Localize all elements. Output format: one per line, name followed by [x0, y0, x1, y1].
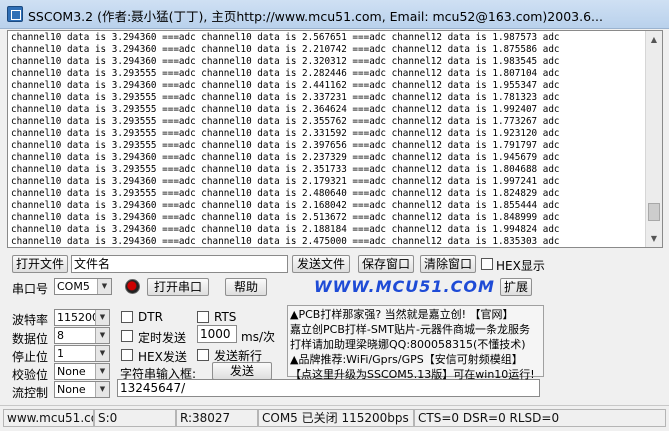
open-port-button[interactable]: 打开串口	[147, 278, 209, 296]
log-line: channel10 data is 3.294360 ===adc channe…	[11, 212, 560, 223]
file-name-input[interactable]: 文件名	[71, 255, 288, 273]
rts-checkbox[interactable]	[197, 311, 209, 323]
baud-select[interactable]: 115200 ▼	[54, 309, 110, 326]
log-line: channel10 data is 3.294360 ===adc channe…	[11, 80, 560, 91]
log-line: channel10 data is 3.294360 ===adc channe…	[11, 32, 560, 43]
receive-area[interactable]: channel10 data is 3.294360 ===adc channe…	[7, 30, 663, 248]
log-line: channel10 data is 3.293555 ===adc channe…	[11, 92, 560, 103]
stopbits-select[interactable]: 1 ▼	[54, 345, 110, 362]
interval-input[interactable]: 1000	[197, 325, 237, 343]
hex-send-checkbox[interactable]	[121, 349, 133, 361]
log-line: channel10 data is 3.293555 ===adc channe…	[11, 188, 560, 199]
hex-display-checkbox[interactable]	[481, 258, 493, 270]
window-title: SSCOM3.2 (作者:聂小猛(丁丁), 主页http://www.mcu51…	[28, 9, 603, 24]
port-status-led-icon	[125, 279, 140, 294]
parity-value: None	[57, 365, 86, 378]
flow-value: None	[57, 383, 86, 396]
scroll-up-icon[interactable]: ▲	[646, 31, 662, 48]
log-line: channel10 data is 3.293555 ===adc channe…	[11, 128, 560, 139]
log-line: channel10 data is 3.293555 ===adc channe…	[11, 116, 560, 127]
chevron-down-icon: ▼	[95, 364, 109, 379]
log-line: channel10 data is 3.294360 ===adc channe…	[11, 200, 560, 211]
databits-select[interactable]: 8 ▼	[54, 327, 110, 344]
databits-value: 8	[57, 329, 64, 342]
ad-line-3[interactable]: 打样请加助理梁晓娜QQ:800058315(不懂技术)	[290, 337, 541, 352]
vertical-scrollbar[interactable]: ▲ ▼	[645, 31, 662, 247]
port-value: COM5	[57, 280, 90, 293]
rts-label: RTS	[214, 310, 237, 324]
port-label: 串口号	[12, 282, 49, 296]
timed-send-label: 定时发送	[138, 331, 187, 345]
help-button[interactable]: 帮助	[225, 278, 267, 296]
status-received-count: R:38027	[176, 409, 258, 427]
log-line: channel10 data is 3.294360 ===adc channe…	[11, 56, 560, 67]
send-button[interactable]: 发送	[212, 362, 272, 380]
save-window-button[interactable]: 保存窗口	[358, 255, 414, 273]
ad-line-5[interactable]: 【点这里升级为SSCOM5.13版】可在win10运行!	[290, 367, 541, 382]
ad-line-2[interactable]: 嘉立创PCB打样-SMT贴片-元器件商城一条龙服务	[290, 322, 541, 337]
status-modem-lines: CTS=0 DSR=0 RLSD=0	[414, 409, 666, 427]
status-bar: www.mcu51.cor S:0 R:38027 COM5 已关闭 11520…	[0, 405, 669, 431]
hex-send-label: HEX发送	[138, 350, 187, 364]
log-line: channel10 data is 3.294360 ===adc channe…	[11, 44, 560, 55]
flow-label: 流控制	[12, 386, 49, 400]
scroll-thumb[interactable]	[648, 203, 660, 221]
chevron-down-icon: ▼	[95, 328, 109, 343]
send-file-button[interactable]: 发送文件	[292, 255, 350, 273]
chevron-down-icon: ▼	[95, 310, 109, 325]
hex-display-label: HEX显示	[496, 259, 545, 273]
dtr-label: DTR	[138, 310, 163, 324]
status-sent-count: S:0	[94, 409, 176, 427]
log-line: channel10 data is 3.293555 ===adc channe…	[11, 104, 560, 115]
status-port-state: COM5 已关闭 115200bps	[258, 409, 414, 427]
title-bar: SSCOM3.2 (作者:聂小猛(丁丁), 主页http://www.mcu51…	[0, 0, 669, 29]
log-line: channel10 data is 3.293555 ===adc channe…	[11, 68, 560, 79]
flow-select[interactable]: None ▼	[54, 381, 110, 398]
clear-window-button[interactable]: 清除窗口	[420, 255, 476, 273]
send-newline-checkbox[interactable]	[197, 349, 209, 361]
log-line: channel10 data is 3.294360 ===adc channe…	[11, 236, 560, 247]
chevron-down-icon: ▼	[95, 382, 109, 397]
scroll-down-icon[interactable]: ▼	[646, 230, 662, 247]
log-line: channel10 data is 3.293555 ===adc channe…	[11, 140, 560, 151]
log-line: channel10 data is 3.294360 ===adc channe…	[11, 224, 560, 235]
parity-label: 校验位	[12, 368, 49, 382]
open-file-button[interactable]: 打开文件	[12, 255, 68, 273]
chevron-down-icon: ▼	[97, 279, 111, 294]
ad-line-1[interactable]: ▲PCB打样那家强? 当然就是嘉立创! 【官网】	[290, 307, 541, 322]
log-line: channel10 data is 3.294360 ===adc channe…	[11, 152, 560, 163]
ad-line-4[interactable]: ▲品牌推荐:WiFi/Gprs/GPS【安信可射频模组】	[290, 352, 541, 367]
app-icon	[7, 6, 23, 22]
port-select[interactable]: COM5 ▼	[54, 278, 112, 295]
status-site: www.mcu51.cor	[3, 409, 94, 427]
parity-select[interactable]: None ▼	[54, 363, 110, 380]
site-logo: WWW.MCU51.COM	[314, 277, 495, 296]
dtr-checkbox[interactable]	[121, 311, 133, 323]
chevron-down-icon: ▼	[95, 346, 109, 361]
timed-send-checkbox[interactable]	[121, 330, 133, 342]
baud-label: 波特率	[12, 313, 49, 327]
stopbits-label: 停止位	[12, 350, 49, 364]
log-line: channel10 data is 3.294360 ===adc channe…	[11, 176, 560, 187]
interval-unit: ms/次	[241, 330, 275, 344]
databits-label: 数据位	[12, 332, 49, 346]
ad-panel[interactable]: ▲PCB打样那家强? 当然就是嘉立创! 【官网】 嘉立创PCB打样-SMT贴片-…	[287, 305, 544, 381]
receive-log: channel10 data is 3.294360 ===adc channe…	[11, 32, 645, 247]
expand-button[interactable]: 扩展	[500, 278, 532, 296]
stopbits-value: 1	[57, 347, 64, 360]
baud-value: 115200	[57, 311, 99, 324]
log-line: channel10 data is 3.293555 ===adc channe…	[11, 164, 560, 175]
